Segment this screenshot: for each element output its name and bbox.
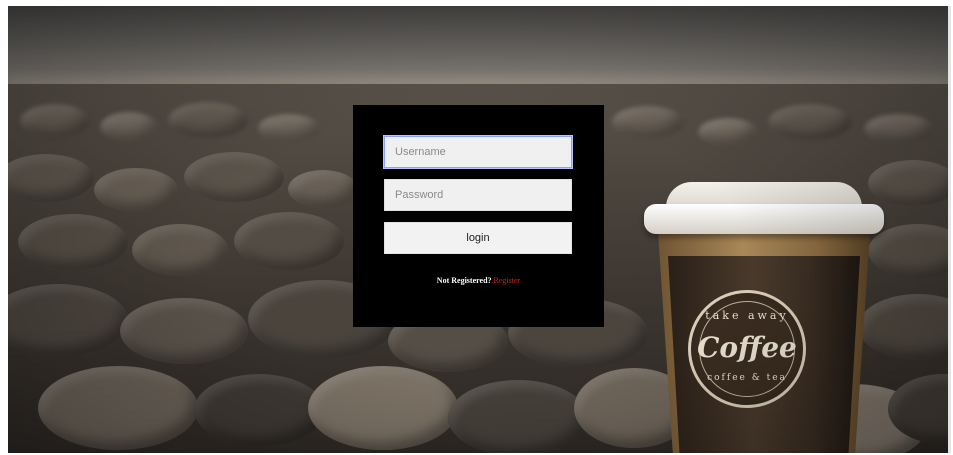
cup-logo-text-bottom: coffee & tea xyxy=(707,373,787,383)
login-button[interactable]: login xyxy=(384,222,572,254)
username-input[interactable] xyxy=(384,136,572,168)
pebble xyxy=(8,154,94,202)
pebble xyxy=(94,168,178,212)
cup-logo: take away Coffee coffee & tea xyxy=(688,290,806,408)
register-prompt-line: Not Registered? Register xyxy=(353,276,604,285)
pebble xyxy=(448,380,588,453)
pebble xyxy=(768,104,852,140)
pebble xyxy=(864,114,934,144)
login-panel: login Not Registered? Register xyxy=(353,105,604,327)
page-frame: take away Coffee coffee & tea login Not … xyxy=(0,0,953,455)
pebble xyxy=(698,118,758,146)
pebble xyxy=(20,104,90,138)
pebble xyxy=(120,298,248,364)
pebble xyxy=(258,114,320,142)
pebble xyxy=(38,366,198,450)
cup-logo-text-main: Coffee xyxy=(697,331,797,364)
pebble xyxy=(132,224,228,276)
register-prompt-text: Not Registered? xyxy=(436,276,492,285)
page-scrollbar[interactable] xyxy=(948,6,951,453)
pebble xyxy=(184,152,284,202)
pebble xyxy=(8,284,128,356)
pebble xyxy=(288,170,358,208)
password-input[interactable] xyxy=(384,179,572,211)
register-link[interactable]: Register xyxy=(494,276,521,285)
pebble xyxy=(308,366,458,450)
pebble xyxy=(612,106,684,138)
pebble xyxy=(100,112,158,142)
coffee-cup-illustration: take away Coffee coffee & tea xyxy=(644,182,884,453)
pebble xyxy=(18,214,128,270)
cup-lid-rim xyxy=(644,204,884,234)
pebble xyxy=(194,374,324,446)
pebble xyxy=(234,212,344,270)
cup-logo-text-top: take away xyxy=(705,309,789,322)
pebble xyxy=(168,102,248,138)
background-sky xyxy=(8,6,948,84)
